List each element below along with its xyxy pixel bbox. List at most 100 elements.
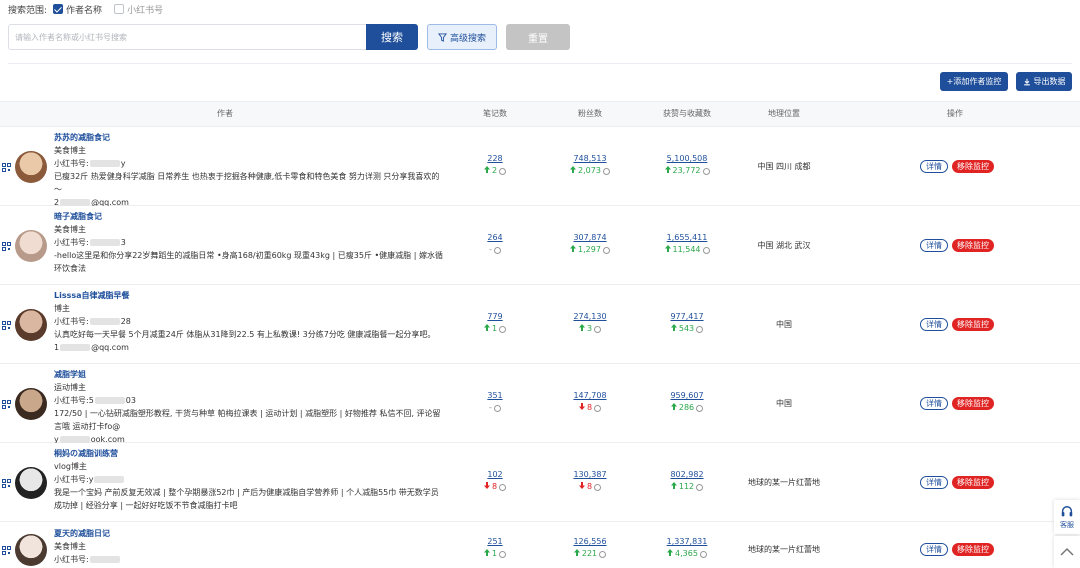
- remove-monitor-button[interactable]: 移除监控: [952, 397, 994, 410]
- notes-delta-value: -: [489, 245, 492, 254]
- advanced-search-button[interactable]: 高级搜索: [427, 24, 497, 50]
- export-data-button[interactable]: 导出数据: [1016, 72, 1072, 91]
- notes-delta: 8: [483, 481, 507, 493]
- clock-icon[interactable]: [599, 550, 607, 558]
- clock-icon[interactable]: [499, 483, 507, 491]
- clock-icon[interactable]: [594, 404, 602, 412]
- avatar[interactable]: [15, 388, 47, 420]
- qr-code-icon[interactable]: [2, 242, 11, 251]
- clock-icon[interactable]: [493, 404, 501, 412]
- detail-button[interactable]: 详情: [920, 239, 948, 252]
- avatar[interactable]: [15, 309, 47, 341]
- avatar[interactable]: [15, 151, 47, 183]
- redacted-mask: [94, 397, 125, 404]
- table-row: 桐妈の减脂训练营 vlog博主 小红书号:y 我是一个宝妈 产前反复无效减 | …: [0, 443, 1080, 522]
- author-type: 美食博主: [54, 146, 86, 155]
- author-name[interactable]: 夏天的减脂日记: [54, 527, 444, 540]
- author-name[interactable]: 暗子减脂食记: [54, 210, 444, 223]
- fans-value[interactable]: 274,130: [545, 311, 635, 323]
- qr-code-icon[interactable]: [2, 546, 11, 555]
- notes-cell: 251 1: [450, 536, 540, 560]
- qr-code-icon[interactable]: [2, 479, 11, 488]
- scope-option-xhs[interactable]: 小红书号: [114, 3, 163, 16]
- clock-icon[interactable]: [702, 167, 710, 175]
- detail-button[interactable]: 详情: [920, 397, 948, 410]
- author-name[interactable]: 苏苏的减脂食记: [54, 131, 444, 144]
- likes-delta-value: 4,365: [675, 549, 698, 558]
- notes-value[interactable]: 351: [450, 390, 540, 402]
- likes-value[interactable]: 802,982: [642, 469, 732, 481]
- fans-value[interactable]: 748,513: [545, 153, 635, 165]
- avatar[interactable]: [15, 467, 47, 499]
- clock-icon[interactable]: [602, 167, 610, 175]
- search-button[interactable]: 搜索: [366, 24, 418, 50]
- scope-option-author[interactable]: 作者名称: [53, 3, 102, 16]
- arrow-up-icon: [664, 165, 671, 177]
- likes-delta: 112: [670, 481, 704, 493]
- fans-value[interactable]: 147,708: [545, 390, 635, 402]
- qr-code-icon[interactable]: [2, 400, 11, 409]
- notes-value[interactable]: 264: [450, 232, 540, 244]
- author-bio: 我是一个宝妈 产前反复无效减 | 整个孕期暴涨52巾 | 产后为健康减脂自学营养…: [54, 488, 439, 510]
- search-input[interactable]: [9, 25, 366, 49]
- header-author: 作者: [217, 109, 233, 118]
- remove-monitor-button[interactable]: 移除监控: [952, 239, 994, 252]
- add-author-monitor-button[interactable]: +添加作者监控: [940, 72, 1008, 91]
- clock-icon[interactable]: [594, 483, 602, 491]
- remove-monitor-button[interactable]: 移除监控: [952, 318, 994, 331]
- clock-icon[interactable]: [499, 550, 507, 558]
- clock-icon[interactable]: [696, 404, 704, 412]
- qr-code-icon[interactable]: [2, 321, 11, 330]
- checkbox-author[interactable]: [53, 4, 64, 14]
- clock-icon[interactable]: [699, 550, 707, 558]
- avatar[interactable]: [15, 230, 47, 262]
- notes-value[interactable]: 779: [450, 311, 540, 323]
- author-name[interactable]: Lisssa自律减脂早餐: [54, 289, 444, 302]
- author-type: 美食博主: [54, 542, 86, 551]
- notes-value[interactable]: 102: [450, 469, 540, 481]
- clock-icon[interactable]: [702, 246, 710, 254]
- clock-icon[interactable]: [499, 325, 507, 333]
- clock-icon[interactable]: [594, 325, 602, 333]
- scope-option-author-label: 作者名称: [66, 5, 103, 16]
- likes-value[interactable]: 1,337,831: [642, 536, 732, 548]
- xhs-id-suffix: y: [120, 159, 126, 168]
- likes-value[interactable]: 977,417: [642, 311, 732, 323]
- fans-value[interactable]: 307,874: [545, 232, 635, 244]
- detail-button[interactable]: 详情: [920, 160, 948, 173]
- detail-button[interactable]: 详情: [920, 476, 948, 489]
- notes-value[interactable]: 251: [450, 536, 540, 548]
- notes-cell: 351 -: [450, 390, 540, 414]
- clock-icon[interactable]: [696, 483, 704, 491]
- author-name[interactable]: 桐妈の减脂训练营: [54, 447, 444, 460]
- chevron-up-icon: [1060, 547, 1074, 556]
- likes-value[interactable]: 5,100,508: [642, 153, 732, 165]
- back-to-top-button[interactable]: [1054, 536, 1080, 568]
- fans-value[interactable]: 126,556: [545, 536, 635, 548]
- clock-icon[interactable]: [602, 246, 610, 254]
- remove-monitor-button[interactable]: 移除监控: [952, 476, 994, 489]
- clock-icon[interactable]: [696, 325, 704, 333]
- notes-value[interactable]: 228: [450, 153, 540, 165]
- scope-option-xhs-label: 小红书号: [127, 5, 164, 16]
- author-name[interactable]: 减脂学姐: [54, 368, 444, 381]
- fans-value[interactable]: 130,387: [545, 469, 635, 481]
- download-icon: [1023, 78, 1030, 85]
- remove-monitor-button[interactable]: 移除监控: [952, 160, 994, 173]
- xhs-id-suffix: 03: [125, 396, 136, 405]
- checkbox-xhs[interactable]: [114, 4, 125, 14]
- redacted-mask: [59, 436, 90, 443]
- qr-code-icon[interactable]: [2, 163, 11, 172]
- likes-value[interactable]: 959,607: [642, 390, 732, 402]
- customer-service-button[interactable]: 客服: [1054, 500, 1080, 534]
- likes-value[interactable]: 1,655,411: [642, 232, 732, 244]
- avatar[interactable]: [15, 534, 47, 566]
- clock-icon[interactable]: [493, 246, 501, 254]
- arrow-up-icon: [483, 323, 490, 335]
- remove-monitor-button[interactable]: 移除监控: [952, 543, 994, 556]
- likes-cell: 1,655,411 11,544: [642, 232, 732, 256]
- detail-button[interactable]: 详情: [920, 318, 948, 331]
- detail-button[interactable]: 详情: [920, 543, 948, 556]
- reset-button[interactable]: 重置: [506, 24, 570, 50]
- clock-icon[interactable]: [499, 167, 507, 175]
